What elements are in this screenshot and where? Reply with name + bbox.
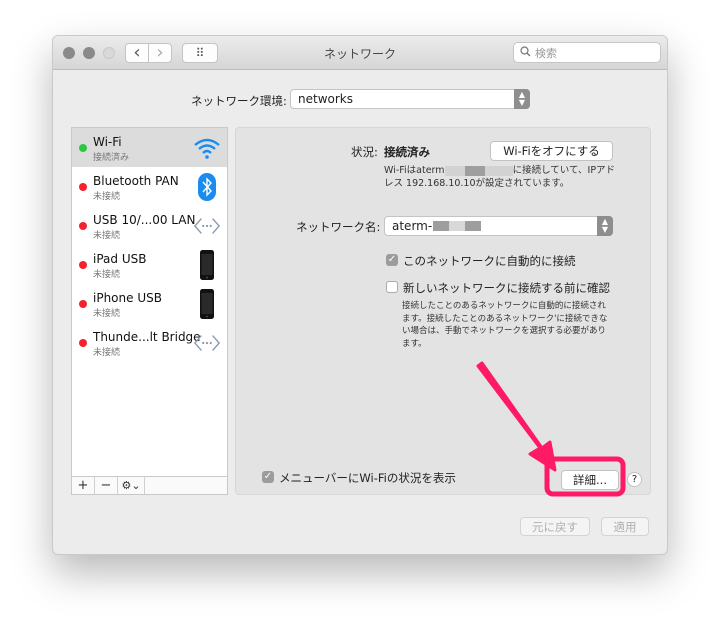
annotation-highlight-box [544,456,626,497]
annotation-arrow [476,361,557,472]
annotation-overlay [476,361,626,497]
